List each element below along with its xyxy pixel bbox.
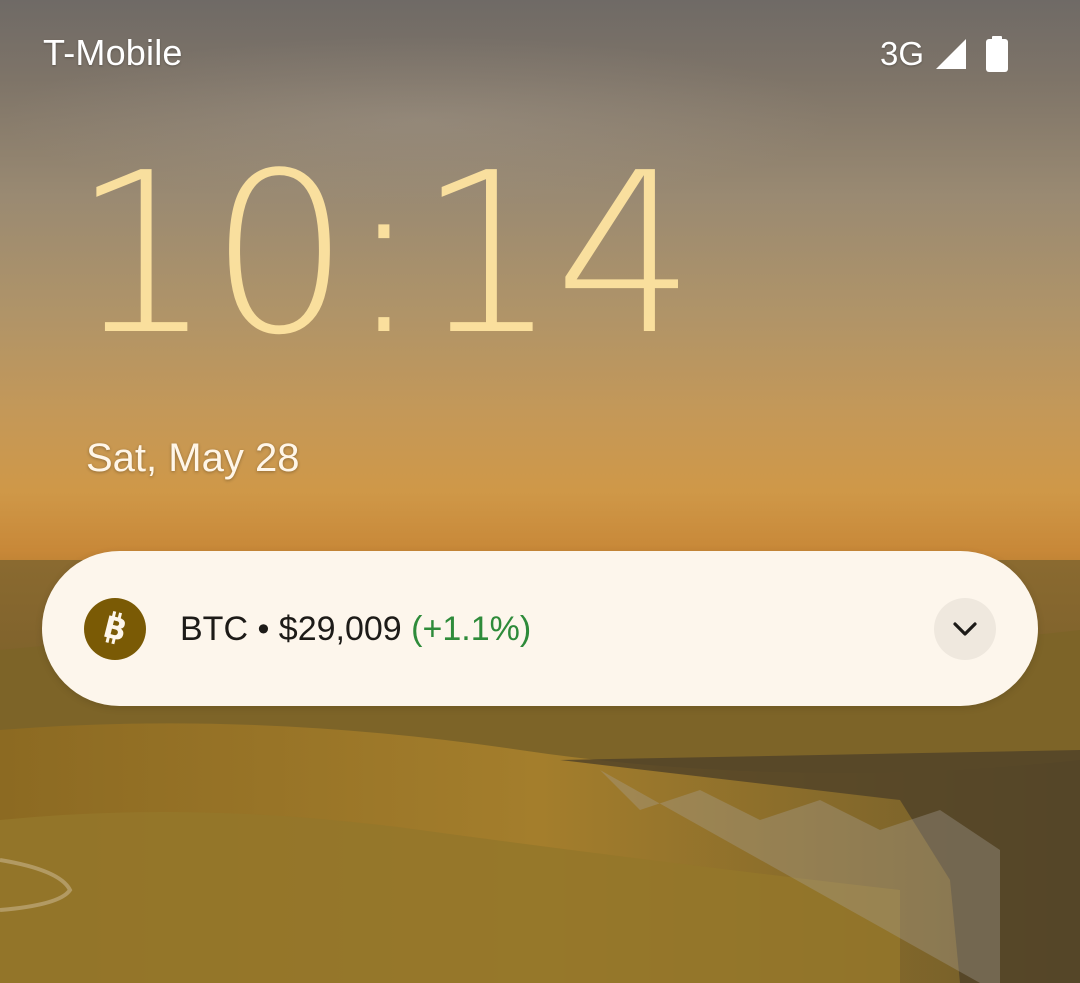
ticker-label: BTC [180,610,248,648]
status-bar: T-Mobile 3G [0,0,1080,110]
battery-icon [986,36,1008,72]
lock-screen-date: Sat, May 28 [86,436,300,480]
price-value: $29,009 [278,610,402,648]
bitcoin-icon: B [84,598,146,660]
network-type-label: 3G [879,35,924,72]
signal-icon [936,39,966,69]
separator: • [248,610,279,648]
chevron-down-icon [953,622,977,636]
btc-price-notification[interactable]: B BTC • $29,009 (+1.1%) [42,551,1038,706]
lock-screen-clock: 10:14 [72,126,696,384]
expand-button[interactable] [934,598,996,660]
price-change: (+1.1%) [411,610,532,648]
notification-text: BTC • $29,009 (+1.1%) [180,609,531,649]
carrier-name: T-Mobile [43,32,183,73]
status-icons: 3G [880,32,1008,76]
